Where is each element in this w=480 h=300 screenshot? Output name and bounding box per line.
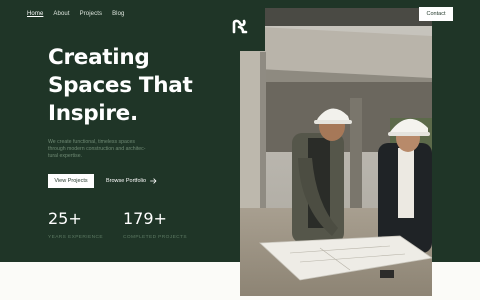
nav-blog-link[interactable]: Blog xyxy=(112,11,124,17)
headline-line-2: Spaces That xyxy=(48,73,193,98)
hero-headline: Creating Spaces That Inspire. xyxy=(48,44,223,128)
browse-portfolio-button[interactable]: Browse Portfolio xyxy=(102,174,161,188)
logo[interactable] xyxy=(215,0,265,51)
hero-subtitle: We create functional, timeless spaces th… xyxy=(48,139,168,161)
subtitle-line-3: tural expertise. xyxy=(48,153,83,160)
headline-line-1: Creating xyxy=(48,45,150,70)
hero-photo xyxy=(240,8,432,296)
subtitle-line-1: We create functional, timeless spaces xyxy=(48,139,135,145)
subtitle-line-2: through modern construction and architec… xyxy=(48,146,146,153)
nav-about-link[interactable]: About xyxy=(53,11,69,17)
stat-years-label: YEARS EXPERIENCE xyxy=(48,235,103,240)
contact-button[interactable]: Contact xyxy=(419,7,453,21)
nav-home-link[interactable]: Home xyxy=(27,11,43,17)
view-projects-button[interactable]: View Projects xyxy=(48,174,94,188)
browse-portfolio-label: Browse Portfolio xyxy=(105,178,147,184)
stat-projects-value: 179+ xyxy=(123,209,167,228)
headline-line-3: Inspire. xyxy=(48,101,138,126)
arrow-right-icon xyxy=(150,178,157,184)
stat-years-value: 25+ xyxy=(48,209,82,228)
main-nav: Home About Projects Blog xyxy=(27,11,125,17)
logo-mark-icon xyxy=(232,19,248,33)
nav-projects-link[interactable]: Projects xyxy=(80,11,102,17)
stat-projects-label: COMPLETED PROJECTS xyxy=(123,235,187,240)
